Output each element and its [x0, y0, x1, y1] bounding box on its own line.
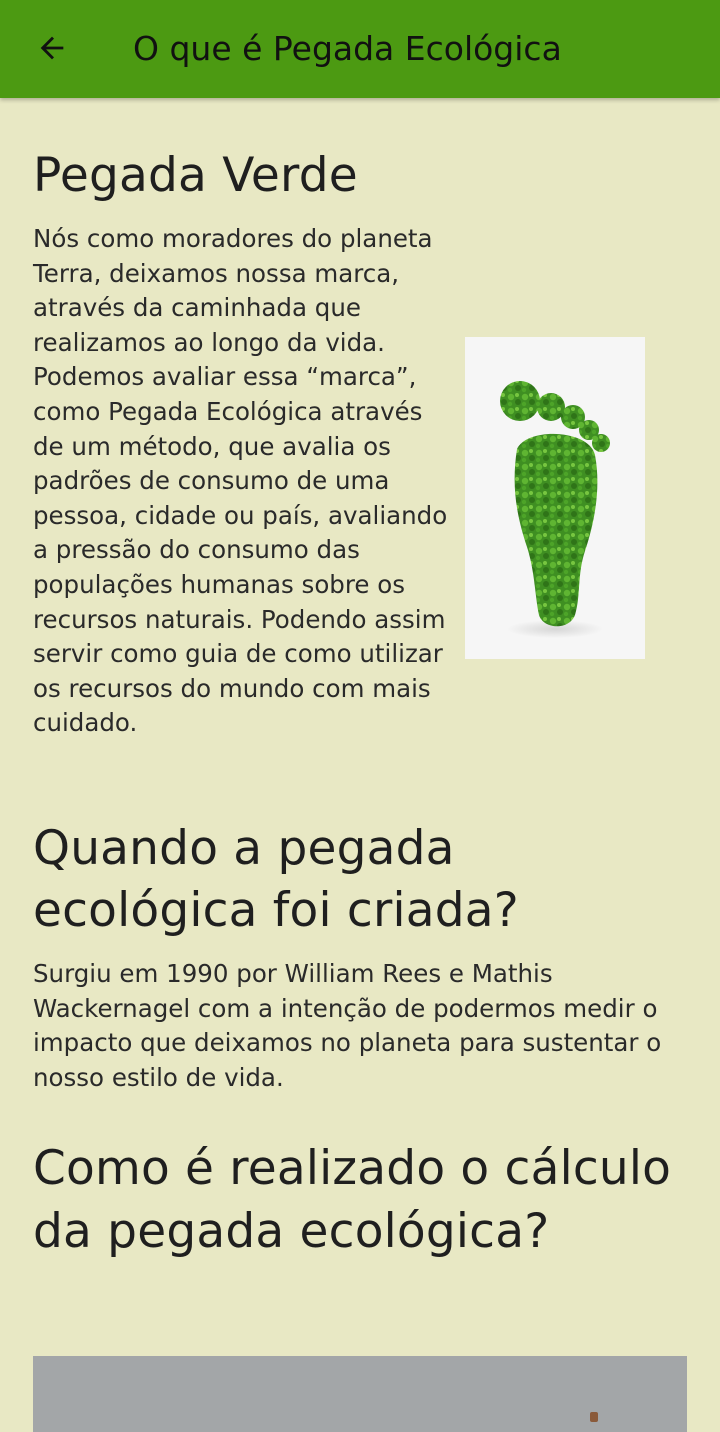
calculation-image: [33, 1356, 687, 1432]
page-title: O que é Pegada Ecológica: [133, 29, 562, 68]
section-heading-como: Como é realizado o cálculo da pegada eco…: [33, 1141, 672, 1259]
footprint-illustration: [500, 381, 610, 638]
content-scroll[interactable]: Pegada Verde Nós como moradores do plane…: [0, 98, 720, 1432]
section-heading-pegada-verde: Pegada Verde: [33, 148, 358, 203]
app-bar: O que é Pegada Ecológica: [0, 0, 720, 98]
section-body-quando: Surgiu em 1990 por William Rees e Mathis…: [33, 959, 662, 1092]
back-button[interactable]: [26, 22, 78, 74]
section-heading-quando: Quando a pegada ecológica foi criada?: [33, 821, 519, 938]
arrow-back-icon: [40, 36, 64, 60]
green-footprint-image: [465, 337, 645, 659]
section-body-pegada-verde: Nós como moradores do planeta Terra, dei…: [33, 224, 448, 738]
image-detail: [590, 1412, 598, 1422]
